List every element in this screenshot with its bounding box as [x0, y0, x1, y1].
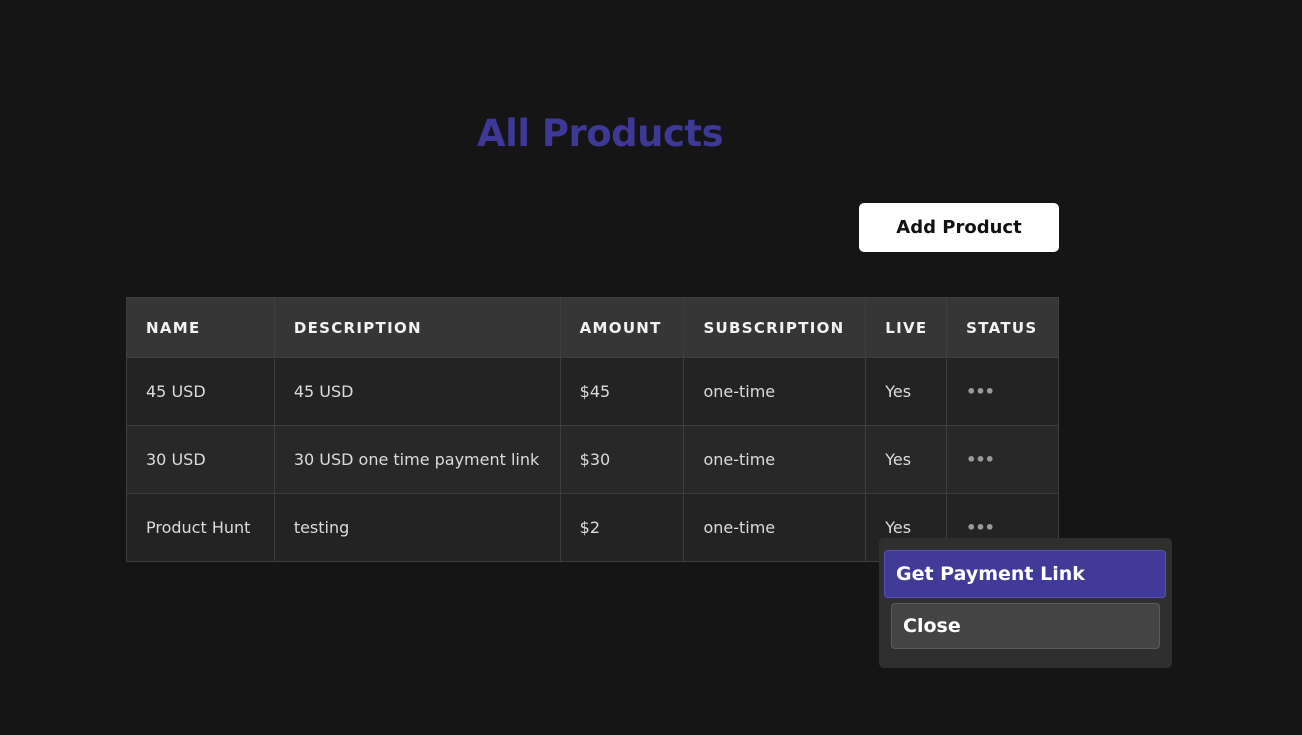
- cell-description: testing: [273, 493, 561, 562]
- column-header-subscription: SUBSCRIPTION: [683, 297, 867, 358]
- cell-description: 45 USD: [273, 357, 561, 426]
- products-page: All Products Add Product NAME DESCRIPTIO…: [0, 0, 1302, 735]
- column-header-live: LIVE: [865, 297, 948, 358]
- table-header-row: NAME DESCRIPTION AMOUNT SUBSCRIPTION LIV…: [126, 297, 1059, 358]
- column-header-name: NAME: [126, 297, 275, 358]
- cell-status: •••: [946, 357, 1059, 426]
- close-menu-item[interactable]: Close: [891, 603, 1160, 649]
- cell-live: Yes: [865, 425, 948, 494]
- cell-amount: $30: [559, 425, 685, 494]
- more-horizontal-icon[interactable]: •••: [966, 382, 995, 401]
- row-actions-menu: Get Payment Link Close: [879, 538, 1172, 668]
- table-row: 30 USD 30 USD one time payment link $30 …: [126, 425, 1059, 494]
- cell-live: Yes: [865, 357, 948, 426]
- column-header-amount: AMOUNT: [559, 297, 685, 358]
- cell-amount: $2: [559, 493, 685, 562]
- cell-subscription: one-time: [683, 425, 867, 494]
- cell-amount: $45: [559, 357, 685, 426]
- cell-subscription: one-time: [683, 357, 867, 426]
- column-header-description: DESCRIPTION: [273, 297, 561, 358]
- cell-subscription: one-time: [683, 493, 867, 562]
- cell-name: 45 USD: [126, 357, 275, 426]
- products-table: NAME DESCRIPTION AMOUNT SUBSCRIPTION LIV…: [126, 297, 1059, 562]
- cell-name: 30 USD: [126, 425, 275, 494]
- page-title: All Products: [477, 112, 724, 155]
- cell-name: Product Hunt: [126, 493, 275, 562]
- more-horizontal-icon[interactable]: •••: [966, 518, 995, 537]
- cell-status: •••: [946, 425, 1059, 494]
- get-payment-link-menu-item[interactable]: Get Payment Link: [884, 550, 1166, 598]
- cell-description: 30 USD one time payment link: [273, 425, 561, 494]
- more-horizontal-icon[interactable]: •••: [966, 450, 995, 469]
- column-header-status: STATUS: [946, 297, 1059, 358]
- add-product-button[interactable]: Add Product: [859, 203, 1059, 252]
- table-row: 45 USD 45 USD $45 one-time Yes •••: [126, 357, 1059, 426]
